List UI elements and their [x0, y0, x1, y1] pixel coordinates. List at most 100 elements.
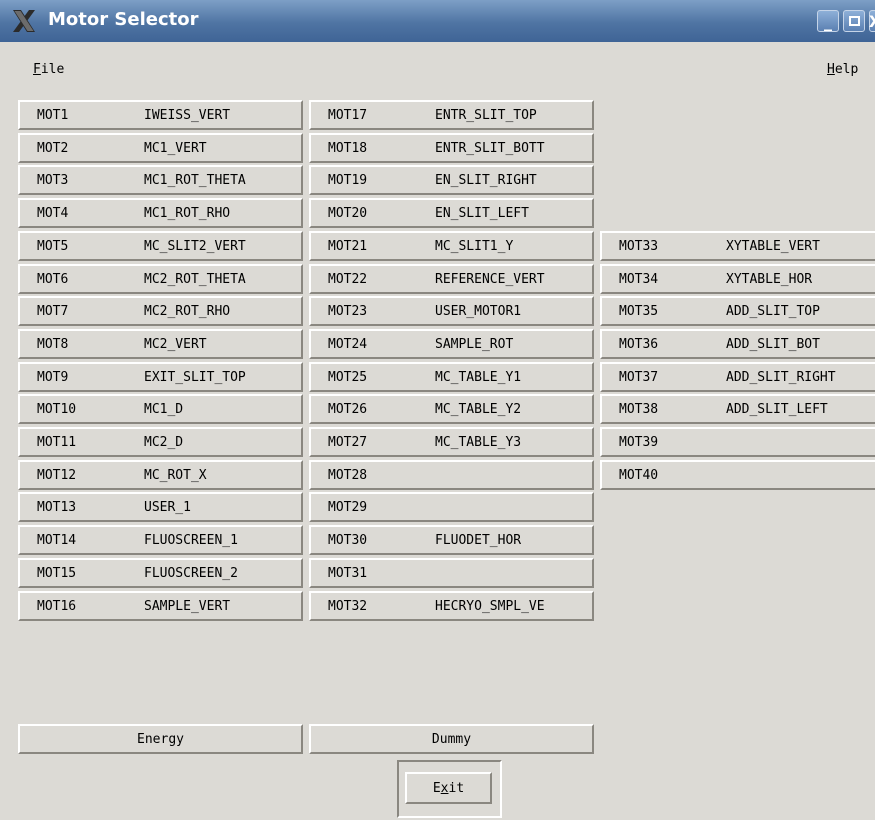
motor-button-38[interactable]: MOT38 ADD_SLIT_LEFT	[600, 394, 875, 424]
menu-file-mnemonic: F	[33, 62, 41, 77]
motor-button-13[interactable]: MOT13 USER_1	[18, 492, 303, 522]
motor-name: MC1_D	[144, 402, 184, 417]
maximize-icon	[848, 16, 860, 26]
motor-id: MOT36	[619, 337, 659, 352]
motor-button-17[interactable]: MOT17 ENTR_SLIT_TOP	[309, 100, 594, 130]
motor-name: ENTR_SLIT_BOTT	[435, 141, 545, 156]
motor-id: MOT26	[328, 402, 368, 417]
motor-button-25[interactable]: MOT25 MC_TABLE_Y1	[309, 362, 594, 392]
motor-id: MOT32	[328, 599, 368, 614]
motor-id: MOT35	[619, 304, 659, 319]
motor-button-30[interactable]: MOT30 FLUODET_HOR	[309, 525, 594, 555]
motor-button-39[interactable]: MOT39	[600, 427, 875, 457]
motor-name: XYTABLE_HOR	[726, 272, 813, 287]
motor-button-12[interactable]: MOT12 MC_ROT_X	[18, 460, 303, 490]
motor-button-8[interactable]: MOT8 MC2_VERT	[18, 329, 303, 359]
motor-button-19[interactable]: MOT19 EN_SLIT_RIGHT	[309, 165, 594, 195]
motor-name: EXIT_SLIT_TOP	[144, 370, 246, 385]
motor-name: EN_SLIT_LEFT	[435, 206, 529, 221]
energy-button[interactable]: Energy	[18, 724, 303, 754]
dummy-button[interactable]: Dummy	[309, 724, 594, 754]
motor-button-24[interactable]: MOT24 SAMPLE_ROT	[309, 329, 594, 359]
motor-id: MOT4	[37, 206, 69, 221]
motor-id: MOT7	[37, 304, 69, 319]
motor-button-32[interactable]: MOT32 HECRYO_SMPL_VE	[309, 591, 594, 621]
motor-name: USER_MOTOR1	[435, 304, 522, 319]
motor-name: MC_ROT_X	[144, 468, 207, 483]
motor-button-6[interactable]: MOT6 MC2_ROT_THETA	[18, 264, 303, 294]
motor-button-40[interactable]: MOT40	[600, 460, 875, 490]
menu-help-mnemonic: H	[827, 62, 835, 77]
motor-button-21[interactable]: MOT21 MC_SLIT1_Y	[309, 231, 594, 261]
motor-id: MOT6	[37, 272, 69, 287]
motor-button-16[interactable]: MOT16 SAMPLE_VERT	[18, 591, 303, 621]
motor-button-1[interactable]: MOT1 IWEISS_VERT	[18, 100, 303, 130]
motor-button-11[interactable]: MOT11 MC2_D	[18, 427, 303, 457]
motor-name: MC1_ROT_RHO	[144, 206, 231, 221]
motor-button-4[interactable]: MOT4 MC1_ROT_RHO	[18, 198, 303, 228]
motor-button-31[interactable]: MOT31	[309, 558, 594, 588]
motor-id: MOT23	[328, 304, 368, 319]
motor-name: SAMPLE_ROT	[435, 337, 514, 352]
menu-help[interactable]: Help	[827, 62, 858, 77]
motor-name: XYTABLE_VERT	[726, 239, 820, 254]
motor-name: MC_TABLE_Y1	[435, 370, 522, 385]
close-button[interactable]: X	[869, 10, 875, 32]
motor-button-37[interactable]: MOT37 ADD_SLIT_RIGHT	[600, 362, 875, 392]
menu-help-label: elp	[834, 62, 859, 77]
motor-button-29[interactable]: MOT29	[309, 492, 594, 522]
motor-name: HECRYO_SMPL_VE	[435, 599, 545, 614]
title-bar[interactable]: Motor Selector _ X	[0, 0, 875, 42]
motor-button-2[interactable]: MOT2 MC1_VERT	[18, 133, 303, 163]
menu-file[interactable]: File	[33, 62, 64, 77]
motor-button-33[interactable]: MOT33 XYTABLE_VERT	[600, 231, 875, 261]
motor-id: MOT17	[328, 108, 368, 123]
motor-button-20[interactable]: MOT20 EN_SLIT_LEFT	[309, 198, 594, 228]
motor-name: FLUOSCREEN_2	[144, 566, 238, 581]
motor-button-34[interactable]: MOT34 XYTABLE_HOR	[600, 264, 875, 294]
motor-name: ADD_SLIT_LEFT	[726, 402, 828, 417]
motor-id: MOT33	[619, 239, 659, 254]
motor-name: MC1_VERT	[144, 141, 207, 156]
motor-id: MOT20	[328, 206, 368, 221]
motor-name: ADD_SLIT_BOT	[726, 337, 820, 352]
motor-id: MOT40	[619, 468, 659, 483]
motor-name: MC2_VERT	[144, 337, 207, 352]
motor-button-10[interactable]: MOT10 MC1_D	[18, 394, 303, 424]
close-icon: X	[869, 12, 875, 31]
motor-id: MOT27	[328, 435, 368, 450]
motor-button-35[interactable]: MOT35 ADD_SLIT_TOP	[600, 296, 875, 326]
motor-name: MC2_D	[144, 435, 184, 450]
motor-button-18[interactable]: MOT18 ENTR_SLIT_BOTT	[309, 133, 594, 163]
motor-button-27[interactable]: MOT27 MC_TABLE_Y3	[309, 427, 594, 457]
motor-button-9[interactable]: MOT9 EXIT_SLIT_TOP	[18, 362, 303, 392]
motor-selector-window: Motor Selector _ X File Help MOT1 IWEISS_…	[0, 0, 875, 820]
maximize-button[interactable]	[843, 10, 865, 32]
motor-button-22[interactable]: MOT22 REFERENCE_VERT	[309, 264, 594, 294]
motor-button-14[interactable]: MOT14 FLUOSCREEN_1	[18, 525, 303, 555]
motor-name: MC2_ROT_THETA	[144, 272, 246, 287]
motor-button-26[interactable]: MOT26 MC_TABLE_Y2	[309, 394, 594, 424]
motor-id: MOT34	[619, 272, 659, 287]
motor-id: MOT24	[328, 337, 368, 352]
motor-id: MOT22	[328, 272, 368, 287]
motor-button-23[interactable]: MOT23 USER_MOTOR1	[309, 296, 594, 326]
x-logo-icon	[13, 10, 35, 32]
menu-bar: File Help	[0, 54, 875, 90]
motor-id: MOT39	[619, 435, 659, 450]
motor-button-5[interactable]: MOT5 MC_SLIT2_VERT	[18, 231, 303, 261]
motor-name: MC2_ROT_RHO	[144, 304, 231, 319]
motor-button-3[interactable]: MOT3 MC1_ROT_THETA	[18, 165, 303, 195]
motor-name: ADD_SLIT_RIGHT	[726, 370, 836, 385]
motor-name: EN_SLIT_RIGHT	[435, 173, 537, 188]
motor-button-15[interactable]: MOT15 FLUOSCREEN_2	[18, 558, 303, 588]
exit-button[interactable]: Exit	[405, 772, 492, 804]
motor-button-36[interactable]: MOT36 ADD_SLIT_BOT	[600, 329, 875, 359]
motor-name: FLUODET_HOR	[435, 533, 522, 548]
motor-name: MC_TABLE_Y3	[435, 435, 522, 450]
minimize-button[interactable]: _	[817, 10, 839, 32]
motor-button-28[interactable]: MOT28	[309, 460, 594, 490]
motor-id: MOT10	[37, 402, 77, 417]
motor-button-7[interactable]: MOT7 MC2_ROT_RHO	[18, 296, 303, 326]
motor-id: MOT2	[37, 141, 69, 156]
